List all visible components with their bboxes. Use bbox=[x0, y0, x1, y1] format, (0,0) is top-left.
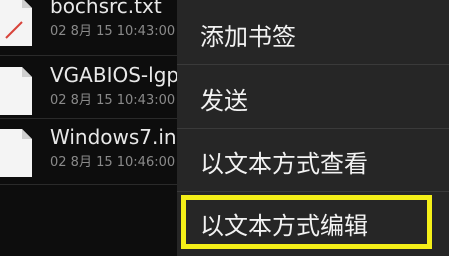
file-modified-date: 02 8月 15 10:43:00 bbox=[50, 93, 176, 108]
menu-item-send[interactable]: 发送 bbox=[177, 66, 449, 128]
menu-item-label: 添加书签 bbox=[200, 23, 296, 51]
file-name: Windows7.in bbox=[50, 125, 177, 149]
divider bbox=[0, 55, 180, 56]
file-name: VGABIOS-lgp bbox=[50, 63, 180, 87]
file-icon bbox=[0, 129, 32, 177]
menu-item-add-bookmark[interactable]: 添加书签 bbox=[177, 2, 449, 64]
menu-divider bbox=[177, 64, 449, 65]
file-name: bochsrc.txt bbox=[50, 0, 162, 18]
file-modified-date: 02 8月 15 10:43:00 bbox=[50, 24, 176, 39]
file-icon bbox=[0, 67, 32, 115]
highlight-box bbox=[181, 195, 432, 249]
file-modified-date: 02 8月 15 10:46:00 bbox=[50, 155, 176, 170]
menu-item-label: 发送 bbox=[200, 87, 248, 115]
text-file-icon bbox=[0, 0, 32, 46]
divider bbox=[0, 184, 180, 185]
menu-item-view-as-text[interactable]: 以文本方式查看 bbox=[177, 129, 449, 191]
divider bbox=[0, 118, 180, 119]
menu-item-label: 以文本方式查看 bbox=[200, 150, 368, 178]
